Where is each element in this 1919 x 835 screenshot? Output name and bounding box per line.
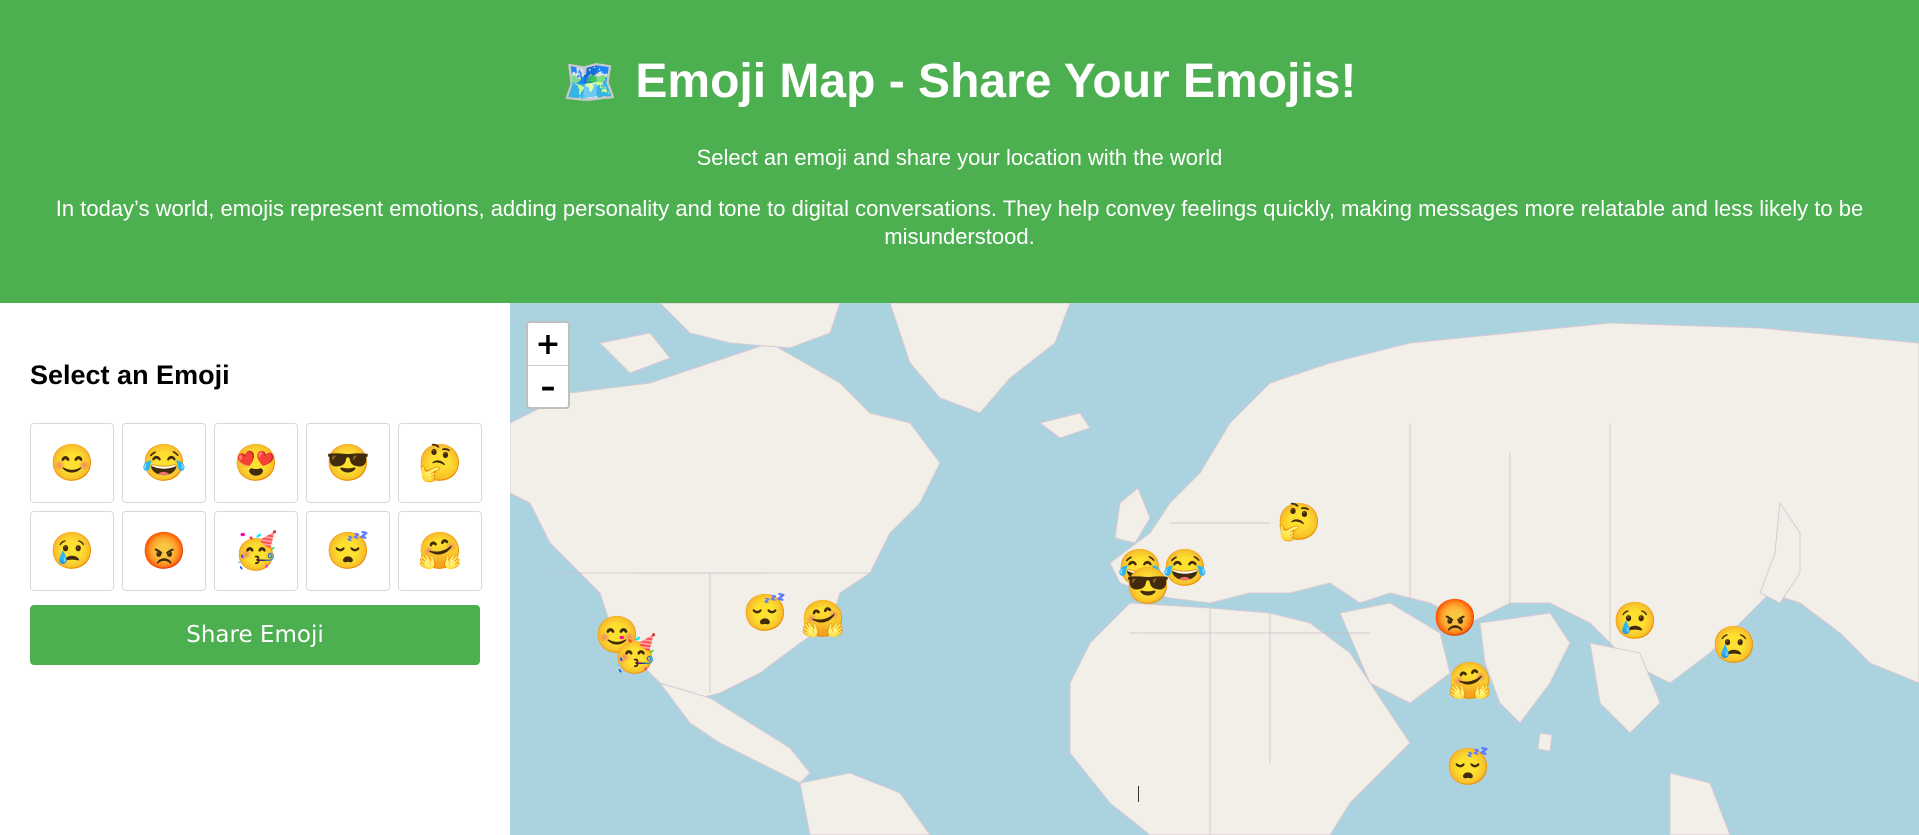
map-marker-sleeping-icon[interactable]: 😴 — [743, 593, 788, 633]
map-marker-sad-icon[interactable]: 😢 — [1712, 625, 1757, 665]
emoji-option-heart-eyes[interactable]: 😍 — [214, 423, 298, 503]
map-tiles — [510, 303, 1919, 835]
emoji-sidebar: Select an Emoji 😊 😂 😍 😎 🤔 😢 😡 🥳 😴 🤗 Shar… — [0, 303, 510, 835]
map-marker-sad-icon[interactable]: 😢 — [1613, 601, 1658, 641]
emoji-option-smile[interactable]: 😊 — [30, 423, 114, 503]
zoom-in-button[interactable]: + — [528, 323, 568, 366]
world-map[interactable]: + – 😊 🥳 😴 🤗 😂 😎 😂 🤔 😡 🤗 😴 😢 😢 — [510, 303, 1919, 835]
page-description: In today’s world, emojis represent emoti… — [55, 196, 1864, 249]
emoji-option-sunglasses[interactable]: 😎 — [306, 423, 390, 503]
map-marker-sleeping-icon[interactable]: 😴 — [1446, 747, 1491, 787]
emoji-option-thinking[interactable]: 🤔 — [398, 423, 482, 503]
page-subtitle: Select an emoji and share your location … — [696, 145, 1223, 170]
page-title-text: Emoji Map - Share Your Emojis! — [635, 55, 1357, 108]
map-marker-hug-icon[interactable]: 🤗 — [1448, 661, 1493, 701]
emoji-option-sleeping[interactable]: 😴 — [306, 511, 390, 591]
emoji-option-laugh[interactable]: 😂 — [122, 423, 206, 503]
text-cursor — [1138, 786, 1139, 802]
emoji-grid: 😊 😂 😍 😎 🤔 😢 😡 🥳 😴 🤗 — [30, 423, 482, 591]
select-emoji-heading: Select an Emoji — [30, 360, 230, 390]
page-header: 🗺️ Emoji Map - Share Your Emojis! Select … — [0, 0, 1919, 303]
emoji-option-angry[interactable]: 😡 — [122, 511, 206, 591]
map-marker-angry-icon[interactable]: 😡 — [1433, 598, 1478, 638]
page-title: 🗺️ Emoji Map - Share Your Emojis! — [0, 52, 1919, 113]
emoji-option-party[interactable]: 🥳 — [214, 511, 298, 591]
emoji-option-sad[interactable]: 😢 — [30, 511, 114, 591]
zoom-control: + – — [526, 321, 570, 409]
zoom-out-button[interactable]: – — [528, 366, 568, 408]
map-marker-party-icon[interactable]: 🥳 — [613, 634, 658, 674]
share-emoji-button[interactable]: Share Emoji — [30, 605, 480, 665]
map-marker-thinking-icon[interactable]: 🤔 — [1277, 502, 1322, 542]
world-map-icon: 🗺️ — [562, 58, 618, 107]
map-marker-laugh-icon[interactable]: 😂 — [1163, 548, 1208, 588]
map-marker-hug-icon[interactable]: 🤗 — [801, 599, 846, 639]
emoji-option-hug[interactable]: 🤗 — [398, 511, 482, 591]
